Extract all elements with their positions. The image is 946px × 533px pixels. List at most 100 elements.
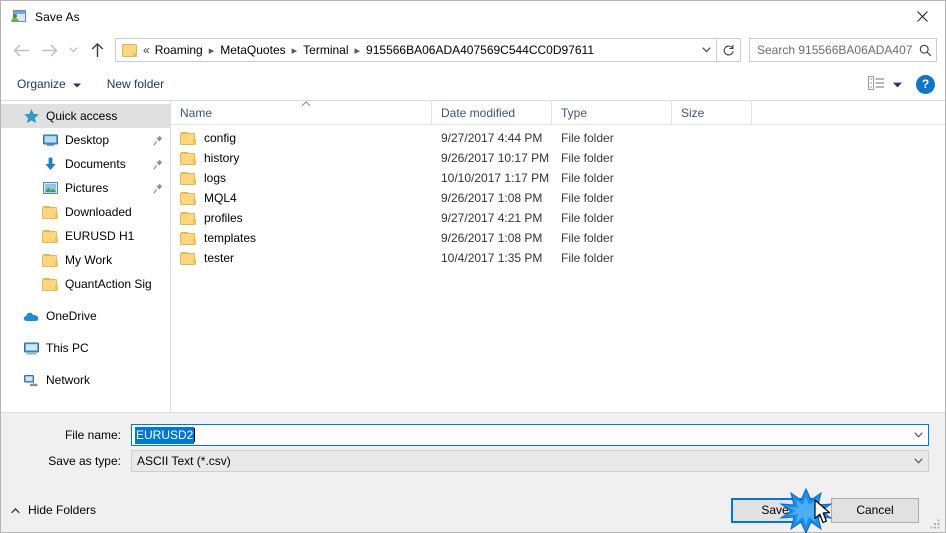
file-rows: config 9/27/2017 4:44 PM File folder his… — [171, 125, 945, 412]
view-layout-icon — [868, 75, 885, 93]
file-name: templates — [204, 231, 257, 245]
forward-button[interactable] — [35, 37, 63, 63]
savetype-select[interactable]: ASCII Text (*.csv) — [131, 450, 929, 472]
hide-folders-button[interactable]: Hide Folders — [11, 503, 96, 517]
filename-input[interactable]: EURUSD2 — [131, 424, 929, 446]
back-button[interactable] — [7, 37, 35, 63]
cancel-button[interactable]: Cancel — [831, 497, 919, 523]
cell-date-modified: 9/26/2017 1:08 PM — [441, 231, 543, 245]
column-header-label: Size — [681, 106, 705, 120]
folder-icon — [180, 231, 196, 245]
sidebar-item-downloaded[interactable]: Downloaded — [1, 200, 170, 224]
sidebar-item-label: Network — [46, 373, 91, 387]
folder-icon — [180, 131, 196, 145]
sidebar-item-onedrive[interactable]: OneDrive — [1, 304, 170, 328]
sidebar-item-network[interactable]: Network — [1, 368, 170, 392]
sidebar-item-desktop[interactable]: Desktop — [1, 128, 170, 152]
folder-icon — [180, 191, 196, 205]
column-header-type[interactable]: Type — [552, 101, 672, 125]
pictures-icon — [42, 180, 58, 196]
cell-date-modified: 9/26/2017 10:17 PM — [441, 151, 550, 165]
column-header-label: Type — [561, 106, 588, 120]
search-icon — [914, 44, 936, 57]
cell-name: config — [171, 131, 432, 145]
sidebar-item-quick-access[interactable]: Quick access — [1, 104, 170, 128]
filename-row: File name: EURUSD2 — [17, 424, 929, 446]
sidebar-item-this-pc[interactable]: This PC — [1, 336, 170, 360]
sidebar-item-my-work[interactable]: My Work — [1, 248, 170, 272]
file-name: MQL4 — [204, 191, 237, 205]
cell-type: File folder — [561, 171, 614, 185]
address-dropdown-icon[interactable] — [696, 39, 716, 61]
table-row[interactable]: history 9/26/2017 10:17 PM File folder — [171, 148, 945, 168]
cell-name: history — [171, 151, 432, 165]
breadcrumb-item-0[interactable]: Roaming — [152, 41, 206, 59]
cancel-label: Cancel — [856, 503, 894, 517]
cell-type: File folder — [561, 151, 614, 165]
resize-grip[interactable] — [929, 517, 941, 529]
chevron-down-icon — [72, 77, 81, 91]
save-as-icon — [11, 9, 27, 25]
network-icon — [23, 372, 39, 388]
pin-icon[interactable] — [152, 183, 164, 194]
recent-locations-button[interactable] — [63, 37, 83, 63]
breadcrumb-item-2[interactable]: Terminal — [300, 41, 351, 59]
cell-date-modified: 10/10/2017 1:17 PM — [441, 171, 550, 185]
pin-icon[interactable] — [152, 159, 164, 170]
save-as-dialog: Save As « Roaming ▸ MetaQuotes ▸ Termina… — [0, 0, 946, 533]
save-button[interactable]: Save — [731, 497, 819, 523]
change-view-button[interactable] — [868, 75, 902, 93]
sidebar-item-eurusd-h1[interactable]: EURUSD H1 — [1, 224, 170, 248]
breadcrumb-item-1[interactable]: MetaQuotes — [217, 41, 288, 59]
cell-type: File folder — [561, 131, 614, 145]
table-row[interactable]: config 9/27/2017 4:44 PM File folder — [171, 128, 945, 148]
cell-name: logs — [171, 171, 432, 185]
table-row[interactable]: logs 10/10/2017 1:17 PM File folder — [171, 168, 945, 188]
file-name: history — [204, 151, 240, 165]
filename-dropdown-icon[interactable] — [908, 432, 928, 438]
close-button[interactable] — [899, 1, 945, 31]
address-bar[interactable]: « Roaming ▸ MetaQuotes ▸ Terminal ▸ 9155… — [115, 38, 717, 62]
refresh-button[interactable] — [717, 38, 741, 62]
sidebar-item-label: Documents — [65, 157, 126, 171]
organize-button[interactable]: Organize — [15, 74, 83, 94]
folder-icon — [42, 228, 58, 244]
folder-icon — [180, 171, 196, 185]
breadcrumb-overflow[interactable]: « — [141, 43, 152, 57]
chevron-up-icon — [11, 503, 20, 517]
sidebar-item-documents[interactable]: Documents — [1, 152, 170, 176]
new-folder-button[interactable]: New folder — [105, 74, 166, 94]
navigation-bar: « Roaming ▸ MetaQuotes ▸ Terminal ▸ 9155… — [1, 32, 945, 68]
save-form: File name: EURUSD2 Save as type: ASCII T… — [1, 412, 945, 488]
column-header-label: Date modified — [441, 106, 516, 120]
savetype-dropdown-icon[interactable] — [908, 458, 928, 464]
pin-icon[interactable] — [152, 135, 164, 146]
organize-label: Organize — [17, 77, 66, 91]
table-row[interactable]: templates 9/26/2017 1:08 PM File folder — [171, 228, 945, 248]
table-row[interactable]: MQL4 9/26/2017 1:08 PM File folder — [171, 188, 945, 208]
sidebar-item-label: QuantAction Signal — [65, 277, 152, 291]
sidebar-item-pictures[interactable]: Pictures — [1, 176, 170, 200]
search-input[interactable] — [750, 43, 914, 57]
window-title: Save As — [35, 9, 80, 24]
table-row[interactable]: profiles 9/27/2017 4:21 PM File folder — [171, 208, 945, 228]
folder-icon — [42, 252, 58, 268]
cell-date-modified: 9/26/2017 1:08 PM — [441, 191, 543, 205]
column-header-name[interactable]: Name — [171, 101, 432, 125]
chevron-right-icon: ▸ — [291, 44, 298, 57]
filename-label: File name: — [64, 428, 121, 442]
help-button[interactable]: ? — [916, 74, 935, 94]
chevron-right-icon: ▸ — [208, 44, 215, 57]
search-box[interactable] — [749, 38, 937, 62]
up-button[interactable] — [83, 37, 111, 63]
sidebar-item-quantaction-signal[interactable]: QuantAction Signal — [1, 272, 170, 296]
breadcrumb-item-3[interactable]: 915566BA06ADA407569C544CC0D97611 — [363, 41, 597, 59]
column-headers: Name Date modified Type Size — [171, 101, 945, 125]
folder-icon — [42, 276, 58, 292]
column-header-date-modified[interactable]: Date modified — [432, 101, 552, 125]
column-header-size[interactable]: Size — [672, 101, 752, 125]
table-row[interactable]: tester 10/4/2017 1:35 PM File folder — [171, 248, 945, 268]
cell-type: File folder — [561, 251, 614, 265]
file-name: config — [204, 131, 237, 145]
